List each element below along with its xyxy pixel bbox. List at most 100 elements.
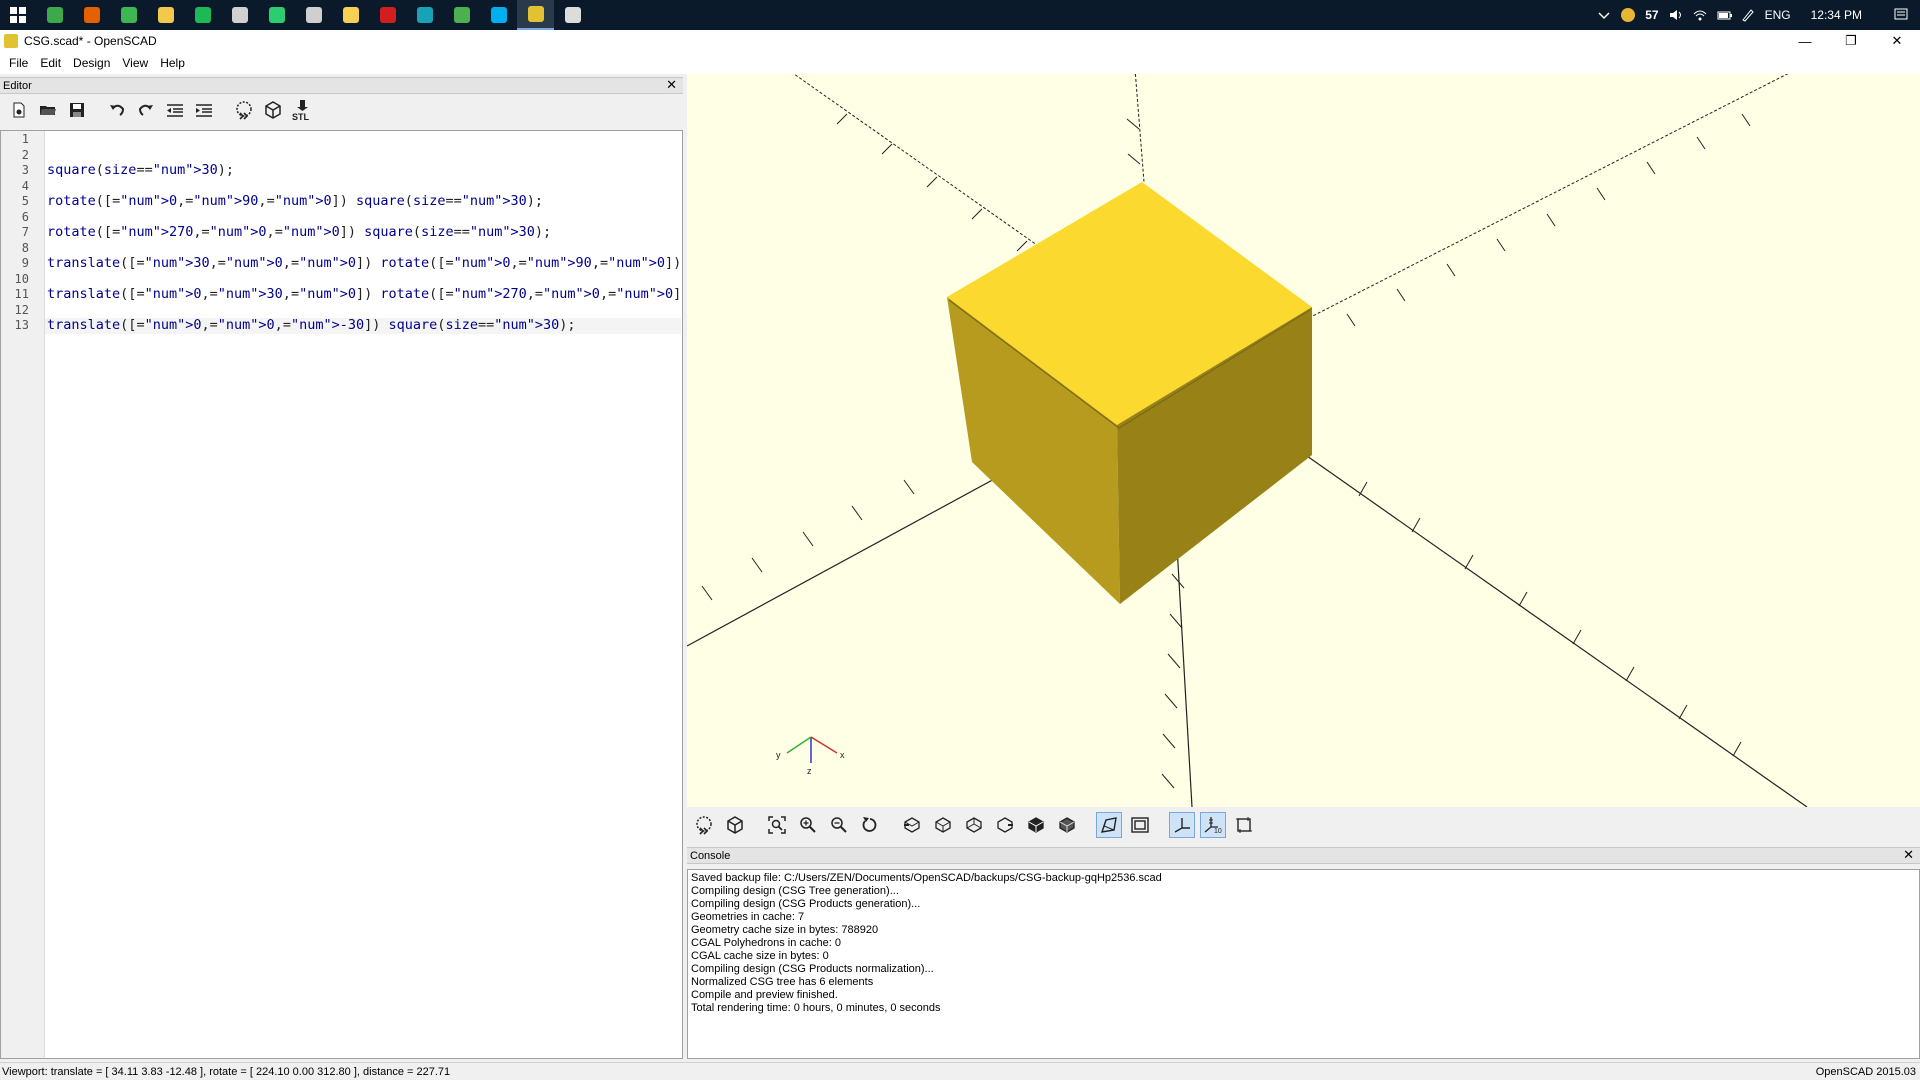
pen-icon[interactable] [1741, 8, 1755, 22]
perspective-icon [1100, 817, 1117, 833]
code-line[interactable]: square(size=="num">30); [47, 162, 234, 178]
maps-icon [453, 7, 470, 23]
orthogonal-button[interactable] [1127, 812, 1153, 838]
zoom-in-icon [800, 817, 816, 833]
view-preview-button[interactable] [691, 812, 717, 838]
show-axes-button[interactable] [1169, 812, 1195, 838]
unindent-button[interactable] [162, 97, 188, 123]
open-file-button[interactable] [35, 97, 61, 123]
editor-title: Editor [3, 79, 32, 92]
indent-button[interactable] [191, 97, 217, 123]
close-window-button[interactable]: ✕ [1874, 30, 1920, 52]
editor-header: Editor ✕ [0, 77, 683, 94]
notifications-icon[interactable] [1894, 8, 1908, 22]
folder-open-icon [40, 106, 56, 115]
taskbar-app-explorer[interactable] [147, 0, 184, 30]
export-stl-button[interactable]: STL [289, 97, 315, 123]
taskbar-app-media[interactable] [295, 0, 332, 30]
taskbar-app-spotify[interactable] [184, 0, 221, 30]
start-button[interactable] [0, 0, 36, 30]
send-icon [268, 7, 285, 23]
menu-file[interactable]: File [3, 56, 34, 70]
taskbar-app-send[interactable] [258, 0, 295, 30]
render-cube-icon [727, 816, 743, 834]
console-line: Compiling design (CSG Products normaliza… [691, 963, 934, 975]
notepad-icon [46, 7, 63, 23]
chevron-up-icon[interactable] [1597, 8, 1611, 22]
new-file-button[interactable] [6, 97, 32, 123]
reset-view-button[interactable] [857, 812, 883, 838]
show-edges-button[interactable] [1231, 812, 1257, 838]
taskbar-app-maps[interactable] [443, 0, 480, 30]
code-line[interactable]: rotate([="num">0,="num">90,="num">0]) sq… [47, 193, 543, 209]
weather-icon[interactable] [1621, 8, 1636, 22]
volume-icon[interactable] [1669, 8, 1683, 22]
line-number: 7 [21, 225, 29, 239]
taskbar-app-git[interactable] [221, 0, 258, 30]
console-line: Total rendering time: 0 hours, 0 minutes… [691, 1002, 941, 1014]
zoom-in-button[interactable] [795, 812, 821, 838]
view-front-button[interactable] [1023, 812, 1049, 838]
menu-edit[interactable]: Edit [34, 56, 67, 70]
close-editor-button[interactable]: ✕ [666, 77, 677, 93]
view-back-button[interactable] [1054, 812, 1080, 838]
view-all-button[interactable] [764, 812, 790, 838]
taskbar-app-skype[interactable] [480, 0, 517, 30]
maximize-button[interactable]: ❐ [1828, 30, 1874, 52]
console-output[interactable]: Saved backup file: C:/Users/ZEN/Document… [687, 869, 1920, 1059]
taskbar-app-unknown-app[interactable] [554, 0, 591, 30]
menu-help[interactable]: Help [154, 56, 191, 70]
code-line[interactable]: translate([="num">0,="num">0,="num">-30]… [47, 317, 576, 333]
code-editor[interactable]: 1 2 3 4 5 6 7 8 9 10 11 12 13 square(size=="num">30)… [0, 130, 885, 1059]
taskbar-app-firefox[interactable] [73, 0, 110, 30]
menu-bar: File Edit Design View Help [0, 52, 1920, 74]
temperature-text: 57 [1645, 8, 1659, 22]
battery-icon[interactable] [1717, 8, 1732, 22]
wifi-icon[interactable] [1693, 8, 1707, 22]
taskbar-app-arduino[interactable] [406, 0, 443, 30]
preview-button[interactable] [231, 97, 257, 123]
console-title: Console [690, 849, 731, 862]
console-line: Geometries in cache: 7 [691, 911, 805, 923]
view-render-button[interactable] [722, 812, 748, 838]
save-file-button[interactable] [64, 97, 90, 123]
taskbar-app-chrome[interactable] [110, 0, 147, 30]
cube-back-view-icon [1059, 817, 1075, 833]
edges-icon [1236, 817, 1252, 833]
new-file-icon [13, 102, 25, 118]
console-line: Compile and preview finished. [691, 989, 838, 1001]
console-header: Console ✕ [687, 847, 1920, 864]
close-console-button[interactable]: ✕ [1903, 847, 1914, 863]
view-top-button[interactable] [930, 812, 956, 838]
undo-button[interactable] [104, 97, 130, 123]
code-line[interactable]: rotate([="num">270,="num">0,="num">0]) s… [47, 224, 551, 240]
render-button[interactable] [260, 97, 286, 123]
zoom-out-button[interactable] [826, 812, 852, 838]
clock[interactable]: 12:34 PM [1811, 8, 1862, 22]
taskbar-app-sticky-notes[interactable] [332, 0, 369, 30]
show-scale-markers-button[interactable]: 10 [1200, 812, 1226, 838]
view-right-button[interactable] [899, 812, 925, 838]
taskbar-app-notepad[interactable] [36, 0, 73, 30]
language-indicator[interactable]: ENG [1765, 8, 1791, 22]
line-number: 4 [21, 178, 29, 193]
axes-icon [1174, 818, 1190, 833]
view-bottom-button[interactable] [961, 812, 987, 838]
render-cube-icon [265, 101, 281, 119]
menu-view[interactable]: View [116, 56, 154, 70]
line-number: 12 [14, 302, 29, 317]
3d-scene: x y z [687, 74, 1920, 807]
unindent-icon [167, 104, 183, 117]
view-left-button[interactable] [992, 812, 1018, 838]
taskbar-app-openscad[interactable] [517, 0, 554, 30]
editor-panel: Editor ✕ STL 1 2 3 4 5 6 7 8 9 10 11 12 … [0, 77, 885, 1059]
minimize-button[interactable]: — [1782, 30, 1828, 52]
perspective-button[interactable] [1096, 812, 1122, 838]
console-line: CGAL cache size in bytes: 0 [691, 950, 829, 962]
menu-design[interactable]: Design [67, 56, 116, 70]
redo-button[interactable] [133, 97, 159, 123]
3d-viewport[interactable]: x y z [687, 74, 1920, 807]
cube-top-view-icon [935, 817, 951, 833]
scale-markers-icon: 10 [1204, 817, 1222, 834]
taskbar-app-acrobat[interactable] [369, 0, 406, 30]
